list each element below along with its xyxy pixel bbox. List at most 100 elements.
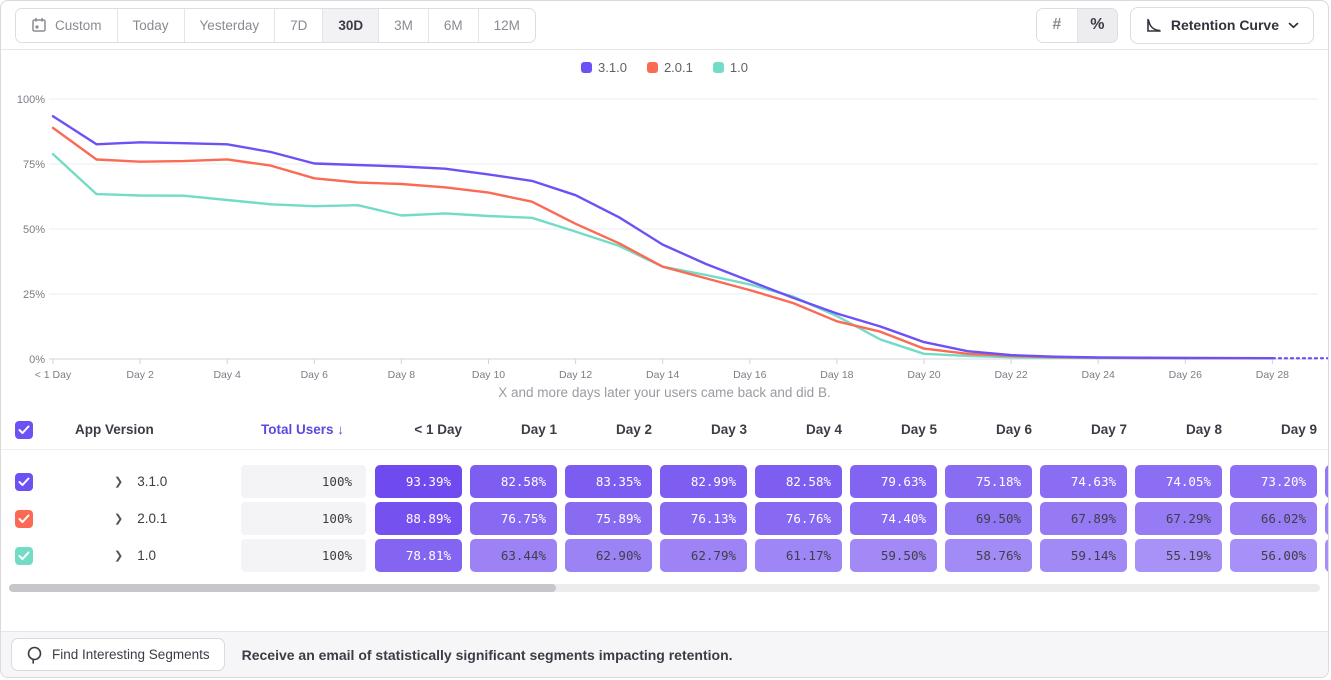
- retention-cell[interactable]: 61.17%: [755, 539, 842, 572]
- date-range-30d[interactable]: 30D: [322, 9, 378, 42]
- svg-text:Day 2: Day 2: [126, 369, 154, 381]
- retention-cell-clipped[interactable]: [1325, 465, 1328, 498]
- date-range-label: 7D: [290, 18, 307, 33]
- day-column-header: Day 1: [470, 422, 557, 437]
- scrollbar-thumb[interactable]: [9, 584, 556, 592]
- app-version-label: 2.0.1: [137, 511, 167, 526]
- absolute-numbers-button[interactable]: #: [1037, 9, 1077, 42]
- retention-cell[interactable]: 82.58%: [470, 465, 557, 498]
- percent-icon: %: [1090, 16, 1104, 34]
- retention-cell[interactable]: 74.05%: [1135, 465, 1222, 498]
- day-headers: < 1 DayDay 1Day 2Day 3Day 4Day 5Day 6Day…: [375, 422, 1328, 437]
- app-version-label: 1.0: [137, 548, 156, 563]
- date-range-today[interactable]: Today: [117, 9, 184, 42]
- day-column-header: < 1 Day: [375, 422, 462, 437]
- legend-item-2.0.1[interactable]: 2.0.1: [647, 60, 693, 75]
- date-range-yesterday[interactable]: Yesterday: [184, 9, 275, 42]
- date-range-custom[interactable]: Custom: [16, 9, 117, 42]
- date-range-7d[interactable]: 7D: [274, 9, 322, 42]
- legend-label: 1.0: [730, 60, 748, 75]
- segments-icon: [26, 646, 43, 664]
- retention-cell[interactable]: 82.58%: [755, 465, 842, 498]
- table-header-row: App Version Total Users ↓ < 1 Day Day 1 Da…: [1, 410, 1328, 450]
- retention-cell[interactable]: 56.00%: [1230, 539, 1317, 572]
- legend-swatch-icon: [713, 62, 724, 73]
- total-users-cell[interactable]: 100%: [241, 502, 366, 535]
- retention-cell[interactable]: 78.81%: [375, 539, 462, 572]
- day-column-header: Day 6: [945, 422, 1032, 437]
- row-checkbox-1.0[interactable]: [15, 547, 33, 565]
- retention-cell[interactable]: 62.90%: [565, 539, 652, 572]
- retention-cell[interactable]: 66.02%: [1230, 502, 1317, 535]
- retention-cell[interactable]: 88.89%: [375, 502, 462, 535]
- svg-text:< 1 Day: < 1 Day: [35, 369, 72, 381]
- table-row-3.1.0: ❯3.1.0100%93.39%82.58%83.35%82.99%82.58%…: [1, 465, 1328, 498]
- select-all-checkbox[interactable]: [15, 421, 33, 439]
- retention-cell[interactable]: 58.76%: [945, 539, 1032, 572]
- segments-button-label: Find Interesting Segments: [52, 647, 210, 662]
- retention-cell[interactable]: 76.76%: [755, 502, 842, 535]
- svg-text:Day 10: Day 10: [472, 369, 505, 381]
- retention-cell[interactable]: 55.19%: [1135, 539, 1222, 572]
- svg-text:100%: 100%: [17, 94, 45, 106]
- retention-cell[interactable]: 69.50%: [945, 502, 1032, 535]
- date-range-6m[interactable]: 6M: [428, 9, 478, 42]
- retention-cell[interactable]: 62.79%: [660, 539, 747, 572]
- chevron-right-icon[interactable]: ❯: [114, 512, 123, 525]
- retention-cell-clipped[interactable]: [1325, 502, 1328, 535]
- date-range-3m[interactable]: 3M: [378, 9, 428, 42]
- percentage-button[interactable]: %: [1077, 9, 1117, 42]
- legend-item-1.0[interactable]: 1.0: [713, 60, 748, 75]
- retention-cell[interactable]: 74.63%: [1040, 465, 1127, 498]
- total-users-sort-header[interactable]: Total Users ↓: [261, 422, 344, 437]
- retention-cell[interactable]: 83.35%: [565, 465, 652, 498]
- retention-cell[interactable]: 67.29%: [1135, 502, 1222, 535]
- retention-cell[interactable]: 59.14%: [1040, 539, 1127, 572]
- date-range-12m[interactable]: 12M: [478, 9, 535, 42]
- retention-cell[interactable]: 76.13%: [660, 502, 747, 535]
- date-range-picker: CustomTodayYesterday 7D 30D3M 6M 12M: [15, 8, 536, 43]
- svg-text:Day 16: Day 16: [733, 369, 766, 381]
- svg-text:Day 18: Day 18: [820, 369, 853, 381]
- day-column-header: Day 5: [850, 422, 937, 437]
- find-interesting-segments-button[interactable]: Find Interesting Segments: [11, 638, 225, 671]
- retention-cell[interactable]: 73.20%: [1230, 465, 1317, 498]
- legend-label: 3.1.0: [598, 60, 627, 75]
- total-users-cell[interactable]: 100%: [241, 539, 366, 572]
- retention-cell-clipped[interactable]: [1325, 539, 1328, 572]
- retention-cell[interactable]: 75.89%: [565, 502, 652, 535]
- retention-cell[interactable]: 93.39%: [375, 465, 462, 498]
- retention-cell[interactable]: 79.63%: [850, 465, 937, 498]
- legend-item-3.1.0[interactable]: 3.1.0: [581, 60, 627, 75]
- app-version-label: 3.1.0: [137, 474, 167, 489]
- row-checkbox-2.0.1[interactable]: [15, 510, 33, 528]
- chevron-down-icon: [1288, 22, 1299, 29]
- value-mode-toggle: # %: [1036, 8, 1118, 43]
- table-row-2.0.1: ❯ 2.0.1 100% 88.89%76.75%75.89%76.13%76.76%…: [1, 502, 1328, 535]
- app-version-header: App Version: [49, 422, 241, 437]
- retention-cell[interactable]: 76.75%: [470, 502, 557, 535]
- svg-text:Day 28: Day 28: [1256, 369, 1289, 381]
- retention-cell[interactable]: 67.89%: [1040, 502, 1127, 535]
- retention-cell[interactable]: 82.99%: [660, 465, 747, 498]
- retention-cell[interactable]: 59.50%: [850, 539, 937, 572]
- horizontal-scrollbar[interactable]: [9, 584, 1320, 592]
- legend-swatch-icon: [647, 62, 658, 73]
- hash-icon: #: [1052, 16, 1061, 34]
- footer-message: Receive an email of statistically signif…: [242, 647, 733, 663]
- retention-cell[interactable]: 74.40%: [850, 502, 937, 535]
- svg-text:Day 12: Day 12: [559, 369, 592, 381]
- footer-bar: Find Interesting Segments Receive an ema…: [1, 631, 1328, 677]
- retention-cell[interactable]: 63.44%: [470, 539, 557, 572]
- chart-type-dropdown[interactable]: Retention Curve: [1130, 7, 1314, 44]
- total-users-cell[interactable]: 100%: [241, 465, 366, 498]
- day-column-header: Day 9: [1230, 422, 1317, 437]
- chevron-right-icon[interactable]: ❯: [114, 549, 123, 562]
- row-checkbox-3.1.0[interactable]: [15, 473, 33, 491]
- chevron-right-icon[interactable]: ❯: [114, 475, 123, 488]
- day-column-header: Day 3: [660, 422, 747, 437]
- svg-text:Day 14: Day 14: [646, 369, 679, 381]
- date-range-label: 6M: [444, 18, 463, 33]
- retention-cell[interactable]: 75.18%: [945, 465, 1032, 498]
- svg-text:25%: 25%: [23, 289, 45, 301]
